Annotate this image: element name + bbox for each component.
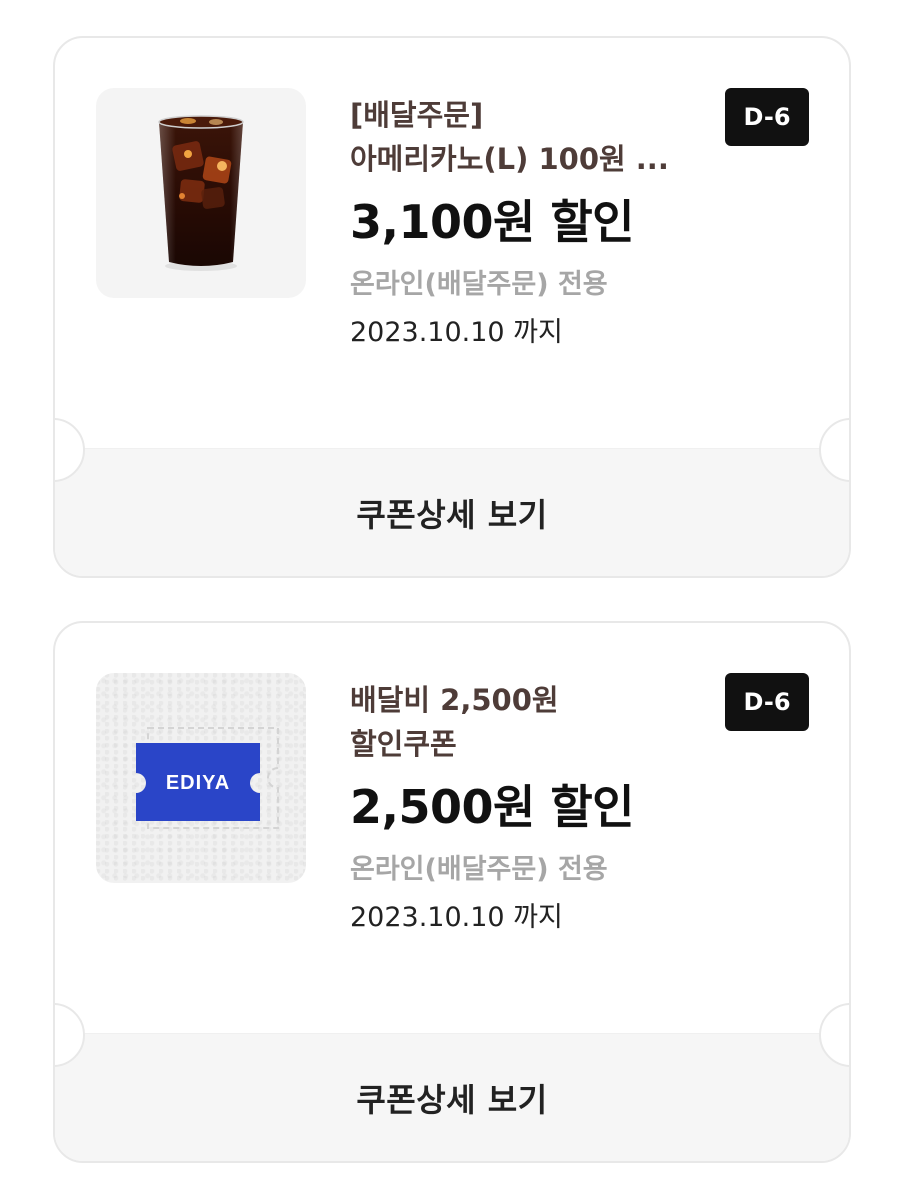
coupon-list: D-6 [배달주문] 아메리카노(L) 100원 ... 3,100원 할인 온… — [0, 0, 904, 1184]
coupon-detail-button[interactable]: 쿠폰상세 보기 — [55, 448, 849, 576]
usage-channel: 온라인(배달주문) 전용 — [350, 854, 608, 885]
coupon-detail-label: 쿠폰상세 보기 — [356, 495, 548, 534]
coupon-info: 배달비 2,500원 할인쿠폰 2,500원 할인 온라인(배달주문) 전용 2… — [350, 678, 750, 938]
expiry-date: 2023.10.10 까지 — [350, 902, 563, 933]
coupon-info: [배달주문] 아메리카노(L) 100원 ... 3,100원 할인 온라인(배… — [350, 93, 750, 353]
coupon-detail-label: 쿠폰상세 보기 — [356, 1080, 548, 1119]
coupon-title-line: 아메리카노(L) 100원 ... — [350, 142, 669, 176]
coupon-detail-button[interactable]: 쿠폰상세 보기 — [55, 1033, 849, 1161]
coupon-title-line: [배달주문] — [350, 98, 484, 132]
discount-amount: 2,500원 할인 — [350, 780, 634, 834]
coupon-title-line: 할인쿠폰 — [350, 727, 457, 761]
coupon-thumbnail: EDIYA — [96, 673, 306, 883]
coupon-thumbnail — [96, 88, 306, 298]
discount-amount: 3,100원 할인 — [350, 195, 634, 249]
iced-americano-icon — [158, 115, 244, 271]
expiry-date: 2023.10.10 까지 — [350, 317, 563, 348]
coupon-title-line: 배달비 2,500원 — [350, 683, 559, 717]
usage-channel: 온라인(배달주문) 전용 — [350, 269, 608, 300]
ediya-ticket-icon: EDIYA — [136, 727, 279, 829]
coupon-card[interactable]: D-6 [배달주문] 아메리카노(L) 100원 ... 3,100원 할인 온… — [53, 36, 851, 578]
brand-logo-text: EDIYA — [166, 772, 230, 794]
coupon-card[interactable]: EDIYA D-6 배달비 2,500원 할인쿠폰 2,500원 할인 온라인(… — [53, 621, 851, 1163]
